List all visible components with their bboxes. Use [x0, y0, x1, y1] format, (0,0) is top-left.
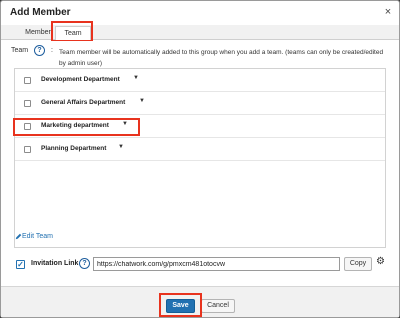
- team-colon: :: [51, 47, 53, 54]
- team-row-development[interactable]: Development Department ▼: [15, 69, 385, 92]
- chevron-down-icon[interactable]: ▼: [139, 98, 145, 104]
- cancel-button[interactable]: Cancel: [201, 299, 235, 313]
- save-button[interactable]: Save: [166, 299, 195, 313]
- pencil-icon: [15, 233, 22, 242]
- invitation-link-field[interactable]: [93, 257, 340, 271]
- team-name: General Affairs Department: [41, 99, 126, 106]
- gear-icon[interactable]: ⚙: [376, 256, 385, 267]
- tab-member[interactable]: Member: [19, 26, 57, 40]
- tab-bar: Member Team: [1, 25, 399, 41]
- tab-team[interactable]: Team: [55, 26, 91, 41]
- invitation-help-icon[interactable]: ?: [79, 258, 90, 269]
- team-checkbox[interactable]: [24, 146, 31, 153]
- team-name: Marketing department: [41, 122, 109, 129]
- team-row-marketing[interactable]: Marketing department ▼: [15, 115, 385, 138]
- close-icon[interactable]: ×: [382, 6, 394, 18]
- copy-button[interactable]: Copy: [344, 257, 372, 271]
- dialog-title: Add Member: [10, 7, 71, 18]
- team-section-label: Team: [11, 47, 29, 54]
- team-list: Development Department ▼ General Affairs…: [14, 68, 386, 248]
- team-checkbox[interactable]: [24, 123, 31, 130]
- team-help-icon[interactable]: ?: [34, 45, 45, 56]
- invitation-link-checkbox[interactable]: ✓: [16, 260, 25, 269]
- chevron-down-icon[interactable]: ▼: [122, 121, 128, 127]
- team-hint-text: Team member will be automatically added …: [59, 49, 384, 67]
- team-checkbox[interactable]: [24, 100, 31, 107]
- team-row-general-affairs[interactable]: General Affairs Department ▼: [15, 92, 385, 115]
- dialog-titlebar: Add Member ×: [1, 1, 399, 25]
- add-member-dialog: Add Member × Member Team Team ? : Team m…: [0, 0, 400, 318]
- chevron-down-icon[interactable]: ▼: [118, 144, 124, 150]
- team-name: Planning Department: [41, 145, 107, 152]
- chevron-down-icon[interactable]: ▼: [133, 75, 139, 81]
- edit-team-link[interactable]: Edit Team: [22, 233, 53, 240]
- team-name: Development Department: [41, 76, 120, 83]
- team-row-planning[interactable]: Planning Department ▼: [15, 138, 385, 161]
- invitation-link-label: Invitation Link: [31, 260, 79, 267]
- team-checkbox[interactable]: [24, 77, 31, 84]
- dialog-footer: [1, 286, 399, 317]
